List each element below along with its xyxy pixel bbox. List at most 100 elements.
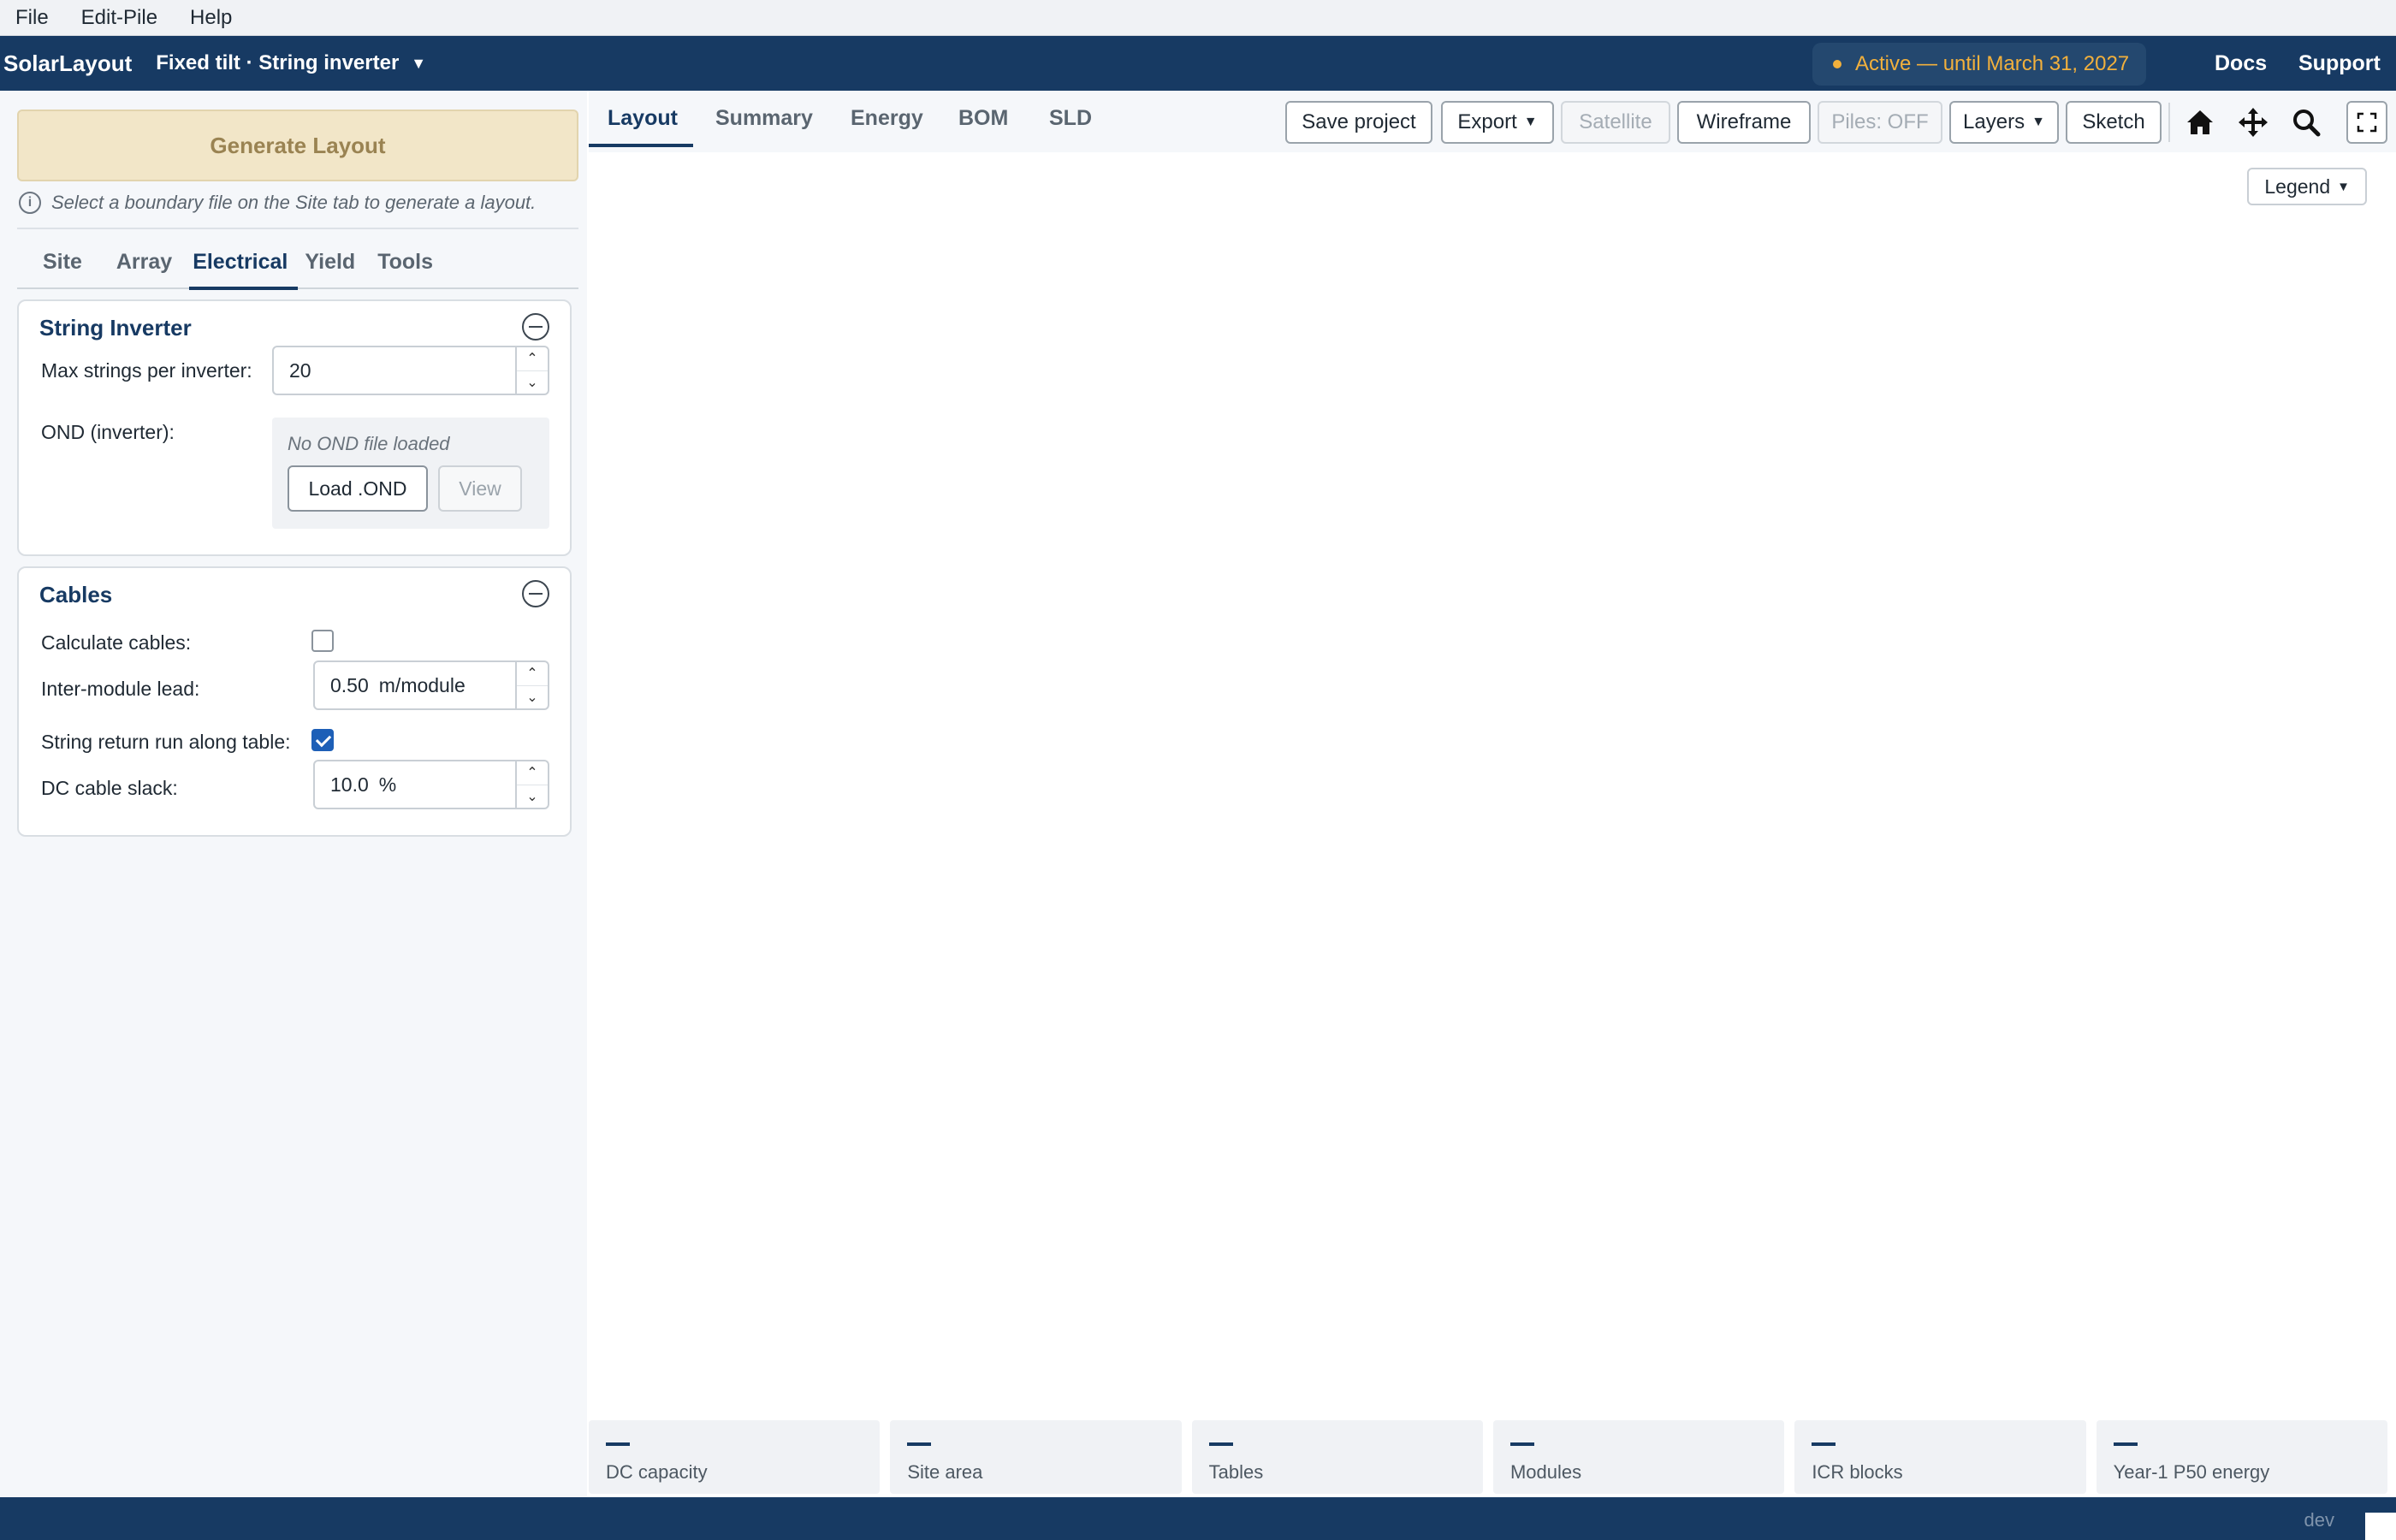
save-project-button[interactable]: Save project: [1285, 101, 1432, 144]
info-icon: i: [19, 192, 41, 214]
export-button[interactable]: Export ▼: [1441, 101, 1554, 144]
dc-slack-input[interactable]: 10.0% ⌃ ⌄: [313, 760, 549, 809]
spinner-arrows: ⌃ ⌄: [515, 761, 548, 808]
view-ond-button[interactable]: View: [438, 465, 522, 512]
stats-bar: DC capacity Site area Tables Modules ICR…: [589, 1420, 2387, 1494]
caret-down-icon: ▼: [411, 54, 427, 72]
slack-unit: %: [378, 773, 397, 796]
layers-button[interactable]: Layers ▼: [1949, 101, 2059, 144]
stat-label: ICR blocks: [1812, 1461, 1903, 1483]
corner-box: [2365, 1513, 2396, 1540]
env-label: dev: [2304, 1509, 2334, 1531]
tab-array[interactable]: Array: [96, 235, 186, 288]
home-icon[interactable]: [2180, 103, 2220, 142]
legend-button[interactable]: Legend ▼: [2247, 168, 2367, 205]
layout-canvas[interactable]: Legend ▼: [589, 154, 2387, 1413]
max-strings-value: 20: [289, 358, 311, 382]
pan-icon[interactable]: [2233, 103, 2273, 142]
string-return-label: String return run along table:: [41, 731, 291, 753]
increment-icon[interactable]: ⌃: [517, 662, 548, 686]
status-bar: dev: [0, 1497, 2396, 1540]
collapse-icon[interactable]: [522, 580, 549, 607]
toolbar-divider: [2168, 103, 2170, 142]
empty-value-dash: [1812, 1442, 1836, 1446]
mode-selector[interactable]: Fixed tilt · String inverter ▼: [156, 51, 426, 75]
docs-link[interactable]: Docs: [2215, 51, 2267, 76]
wireframe-button[interactable]: Wireframe: [1677, 101, 1811, 144]
tab-yield[interactable]: Yield: [301, 235, 369, 288]
support-link[interactable]: Support: [2298, 51, 2381, 76]
calc-cables-checkbox[interactable]: [311, 630, 334, 652]
inter-module-lead-input[interactable]: 0.50 m/module ⌃ ⌄: [313, 660, 549, 710]
menu-file[interactable]: File: [15, 6, 49, 30]
calc-cables-label: Calculate cables:: [41, 631, 192, 654]
empty-value-dash: [1509, 1442, 1534, 1446]
legend-label: Legend: [2264, 175, 2331, 198]
piles-toggle-button[interactable]: Piles: OFF: [1818, 101, 1942, 144]
decrement-icon[interactable]: ⌄: [517, 785, 548, 808]
tab-layout[interactable]: Layout: [608, 106, 678, 131]
increment-icon[interactable]: ⌃: [517, 761, 548, 785]
string-return-checkbox[interactable]: [311, 729, 334, 751]
ond-status: No OND file loaded: [288, 433, 450, 454]
dc-slack-label: DC cable slack:: [41, 777, 178, 799]
empty-value-dash: [907, 1442, 932, 1446]
stat-year1-energy: Year-1 P50 energy: [2096, 1420, 2387, 1494]
stat-label: Tables: [1208, 1461, 1264, 1483]
mode-label: Fixed tilt · String inverter: [156, 51, 400, 74]
tab-electrical[interactable]: Electrical: [186, 235, 301, 290]
divider: [17, 228, 578, 229]
card-title: Cables: [39, 582, 113, 607]
slack-value: 10.0: [330, 773, 369, 796]
search-icon[interactable]: [2286, 103, 2326, 142]
fullscreen-button[interactable]: [2346, 101, 2387, 144]
satellite-button[interactable]: Satellite: [1561, 101, 1670, 144]
caret-down-icon: ▼: [1523, 115, 1538, 129]
stat-label: Year-1 P50 energy: [2113, 1461, 2270, 1483]
tab-site[interactable]: Site: [17, 235, 96, 288]
tab-bom[interactable]: BOM: [958, 106, 1008, 131]
app-brand: SolarLayout: [3, 50, 133, 76]
string-inverter-card: String Inverter Max strings per inverter…: [17, 299, 572, 556]
empty-value-dash: [2113, 1442, 2138, 1446]
collapse-icon[interactable]: [522, 313, 549, 341]
tab-energy[interactable]: Energy: [851, 106, 923, 131]
max-strings-input[interactable]: 20 ⌃ ⌄: [272, 346, 549, 395]
decrement-icon[interactable]: ⌄: [517, 686, 548, 709]
spinner-arrows: ⌃ ⌄: [515, 662, 548, 708]
stat-tables: Tables: [1191, 1420, 1483, 1494]
lead-value: 0.50: [330, 673, 369, 696]
tab-sld[interactable]: SLD: [1049, 106, 1092, 131]
sketch-button[interactable]: Sketch: [2066, 101, 2162, 144]
export-label: Export: [1457, 110, 1517, 133]
inter-module-lead-label: Inter-module lead:: [41, 678, 200, 700]
active-tab-indicator: [589, 144, 693, 147]
stat-icr-blocks: ICR blocks: [1794, 1420, 2086, 1494]
app-header: SolarLayout Fixed tilt · String inverter…: [0, 36, 2396, 91]
decrement-icon[interactable]: ⌄: [517, 371, 548, 394]
increment-icon[interactable]: ⌃: [517, 347, 548, 371]
status-dot-icon: [1833, 60, 1841, 68]
menu-bar: File Edit-Pile Help: [0, 0, 2396, 36]
load-ond-button[interactable]: Load .OND: [288, 465, 428, 512]
license-status: Active — until March 31, 2027: [1855, 52, 2130, 75]
layers-label: Layers: [1963, 110, 2025, 133]
stat-label: Site area: [907, 1461, 983, 1483]
spinner-arrows: ⌃ ⌄: [515, 347, 548, 394]
left-panel: Generate Layout i Select a boundary file…: [0, 91, 587, 1497]
caret-down-icon: ▼: [2337, 179, 2350, 194]
card-title: String Inverter: [39, 315, 192, 341]
menu-edit-pile[interactable]: Edit-Pile: [81, 6, 157, 30]
empty-value-dash: [1208, 1442, 1233, 1446]
stat-modules: Modules: [1492, 1420, 1785, 1494]
menu-help[interactable]: Help: [190, 6, 232, 30]
generate-layout-button[interactable]: Generate Layout: [17, 110, 578, 181]
ond-label: OND (inverter):: [41, 421, 175, 443]
ond-box: No OND file loaded Load .OND View: [272, 418, 549, 529]
tab-tools[interactable]: Tools: [369, 235, 447, 288]
stat-label: Modules: [1509, 1461, 1582, 1483]
generate-hint: i Select a boundary file on the Site tab…: [19, 192, 536, 214]
tab-summary[interactable]: Summary: [715, 106, 813, 131]
max-strings-label: Max strings per inverter:: [41, 359, 252, 382]
caret-down-icon: ▼: [2031, 115, 2045, 129]
